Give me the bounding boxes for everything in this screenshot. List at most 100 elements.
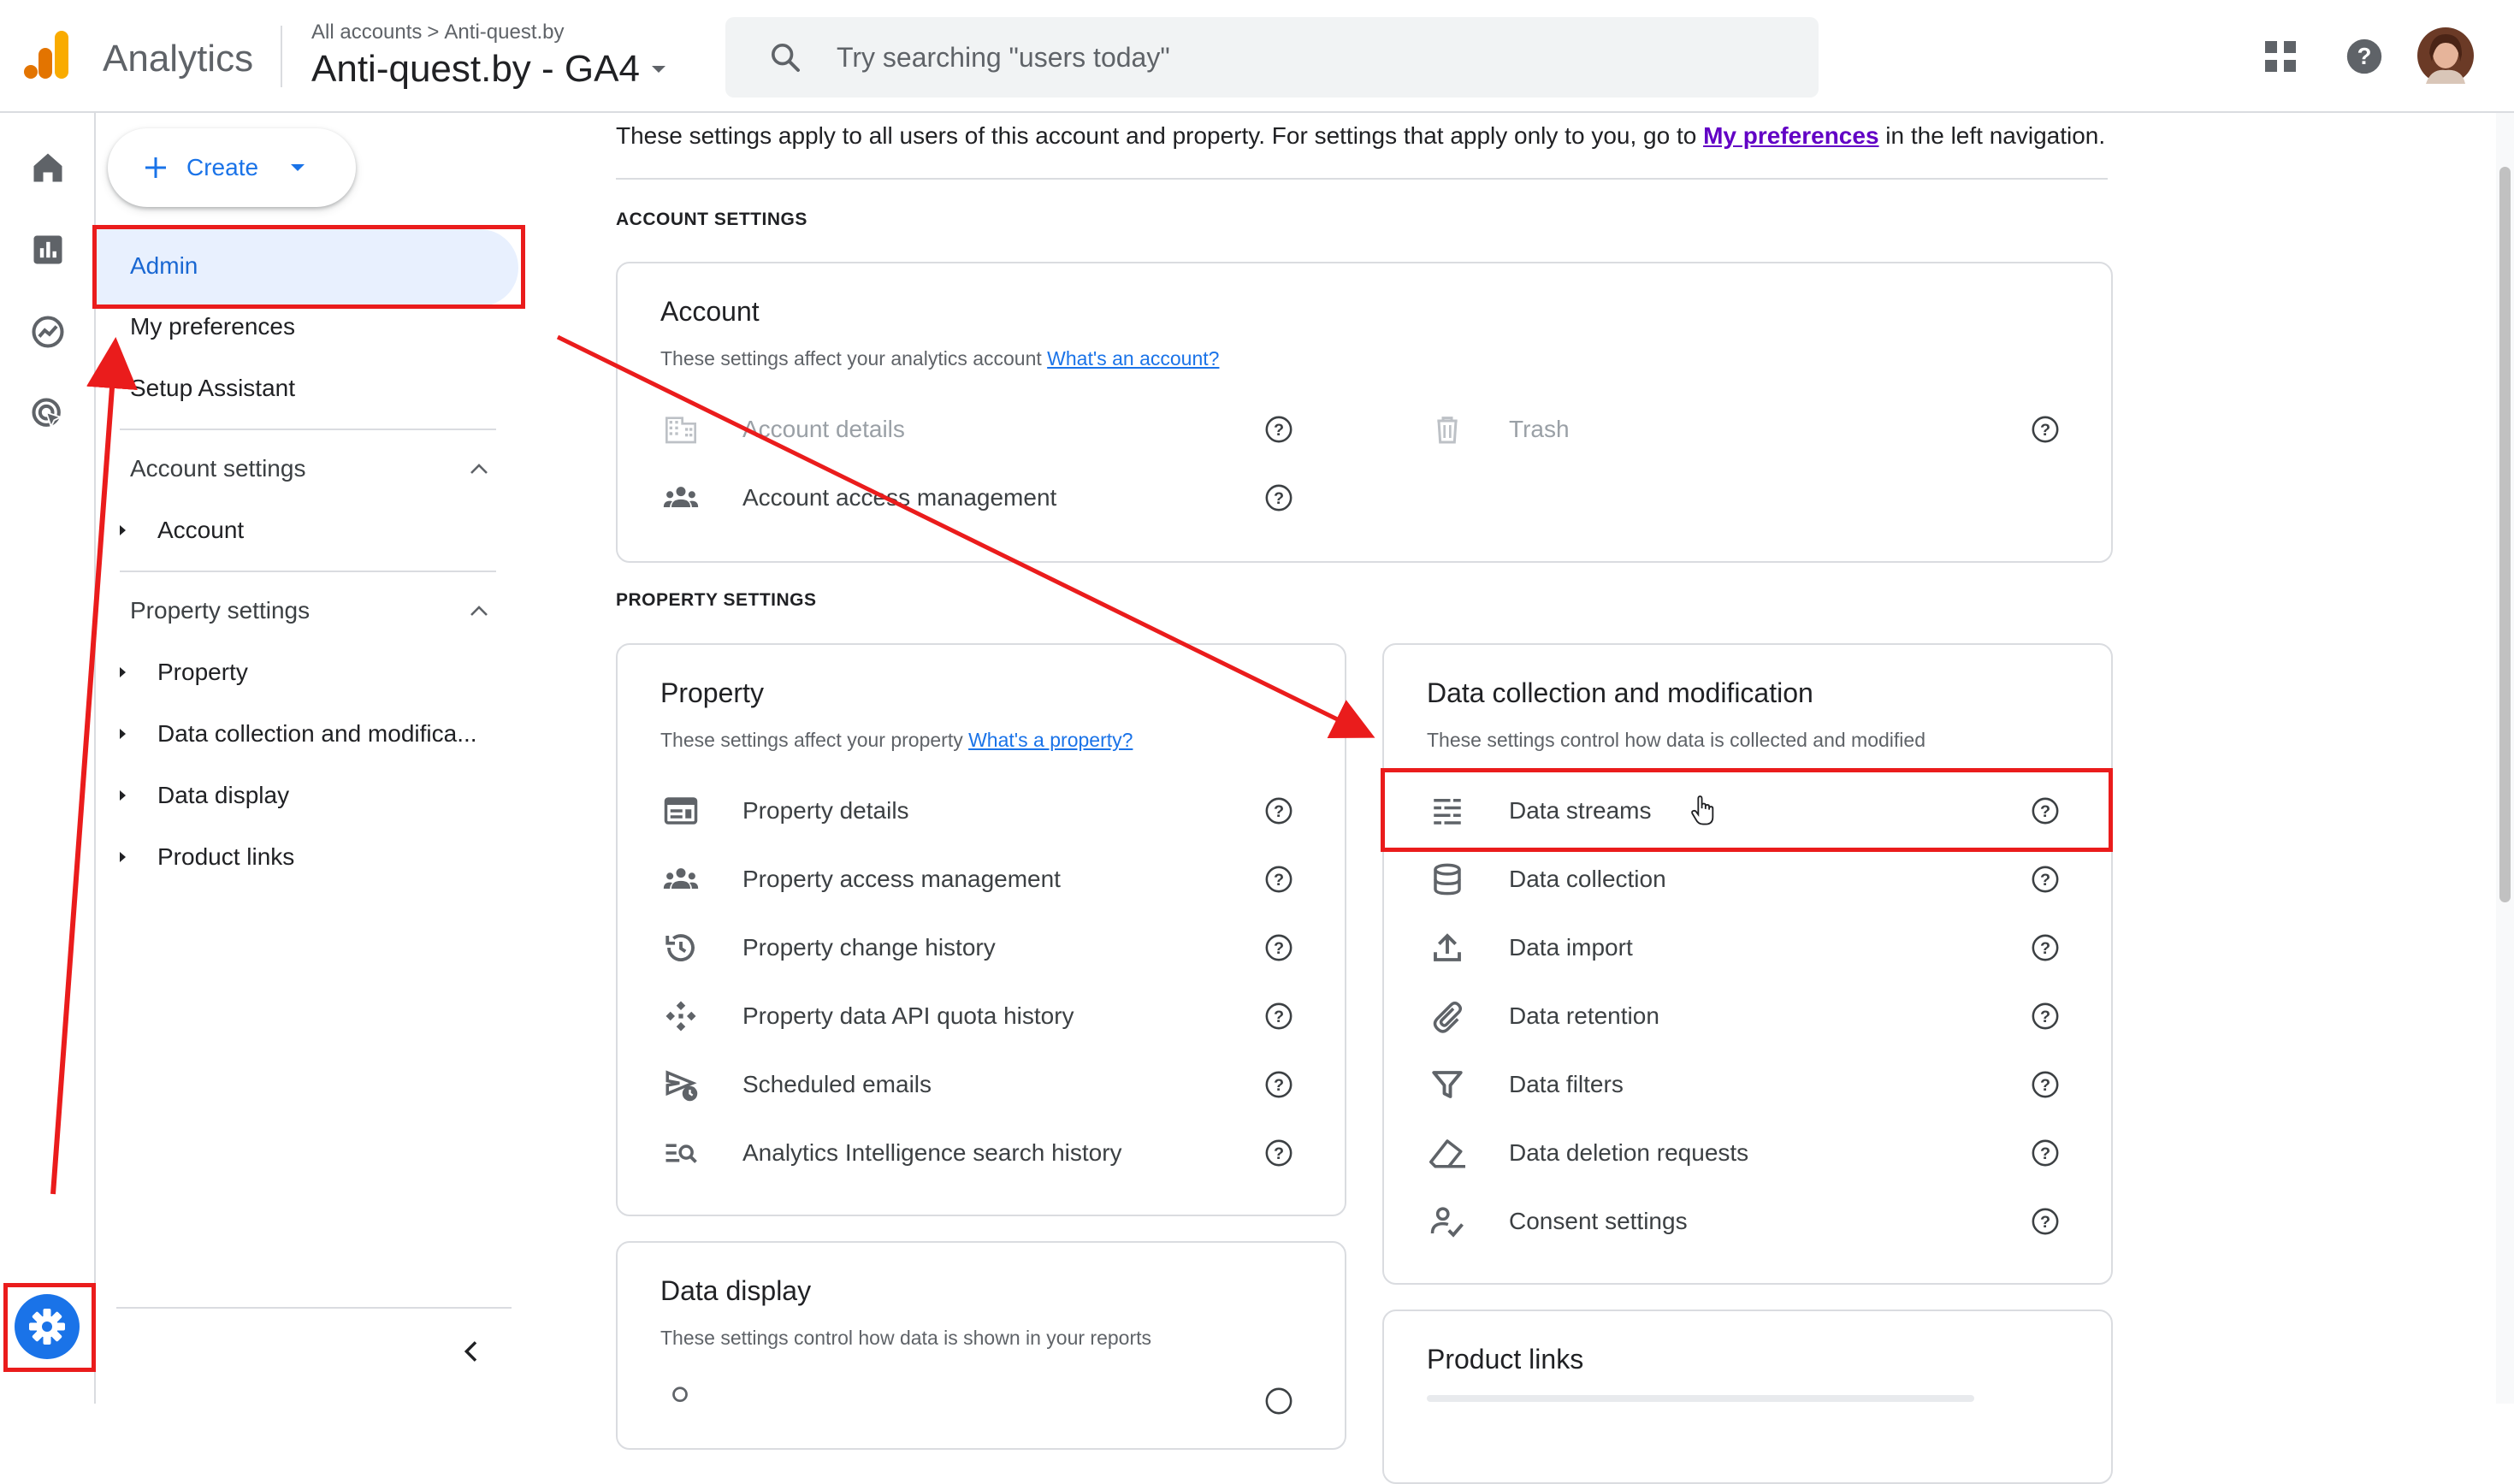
help-circle-icon[interactable]: ?: [2031, 865, 2060, 894]
expand-arrow-icon: [120, 852, 126, 862]
data-import-label: Data import: [1509, 934, 1633, 961]
home-icon[interactable]: [29, 149, 67, 186]
nav-item-data-display[interactable]: Data display: [120, 763, 505, 828]
help-circle-icon[interactable]: ?: [1264, 1002, 1293, 1031]
property-details-label: Property details: [742, 797, 909, 824]
people-icon: [660, 859, 701, 900]
nav-item-product-links[interactable]: Product links: [120, 825, 505, 890]
nav-section-property-settings[interactable]: Property settings: [120, 578, 496, 647]
nav-item-property[interactable]: Property: [120, 640, 505, 705]
chevron-up-icon: [469, 604, 489, 618]
product-links-card: Product links: [1382, 1310, 2113, 1484]
property-card-description: These settings affect your property What…: [660, 729, 1133, 752]
create-button[interactable]: Create: [108, 128, 356, 207]
help-circle-icon[interactable]: ?: [1264, 483, 1293, 512]
explore-icon[interactable]: [29, 313, 67, 351]
data-collection-label: Data collection: [1509, 866, 1666, 892]
help-circle-icon[interactable]: ?: [2031, 1138, 2060, 1168]
help-circle-icon[interactable]: ?: [2031, 1207, 2060, 1236]
trash-icon: [1427, 409, 1468, 450]
help-circle-icon[interactable]: ?: [1264, 1070, 1293, 1099]
svg-text:?: ?: [1274, 1008, 1284, 1026]
nav-divider: [120, 571, 496, 572]
data-collection-row[interactable]: Data collection ?: [1427, 845, 2103, 913]
help-circle-icon[interactable]: ?: [1264, 865, 1293, 894]
help-icon[interactable]: ?: [2345, 38, 2383, 75]
property-selector[interactable]: Anti-quest.by - GA4: [311, 48, 667, 91]
nav-data-collection-label: Data collection and modifica...: [157, 720, 477, 747]
svg-text:?: ?: [2040, 1213, 2050, 1232]
eraser-icon: [1427, 1132, 1468, 1174]
help-circle-icon[interactable]: [1264, 1386, 1293, 1416]
help-circle-icon[interactable]: ?: [2031, 1002, 2060, 1031]
data-import-row[interactable]: Data import ?: [1427, 913, 2103, 982]
search-input[interactable]: Try searching "users today": [837, 42, 1170, 74]
property-access-management-row[interactable]: Property access management ?: [660, 845, 1336, 913]
help-circle-icon[interactable]: ?: [1264, 796, 1293, 825]
svg-text:?: ?: [1274, 1076, 1284, 1095]
property-change-history-row[interactable]: Property change history ?: [660, 913, 1336, 982]
svg-text:?: ?: [1274, 871, 1284, 890]
product-links-card-description: [1427, 1395, 1974, 1402]
main-divider: [616, 178, 2108, 180]
nav-item-setup-assistant[interactable]: Setup Assistant: [130, 375, 295, 402]
svg-text:?: ?: [1274, 1144, 1284, 1163]
data-display-card-title: Data display: [660, 1275, 812, 1306]
nav-item-data-collection[interactable]: Data collection and modifica...: [120, 701, 505, 766]
filter-icon: [1427, 1064, 1468, 1105]
top-app-bar: Analytics All accounts > Anti-quest.by A…: [0, 0, 2514, 113]
scrollbar-thumb[interactable]: [2499, 167, 2511, 902]
svg-text:?: ?: [1274, 802, 1284, 821]
analytics-intelligence-search-history-row[interactable]: Analytics Intelligence search history ?: [660, 1119, 1336, 1187]
advertising-icon[interactable]: [29, 395, 67, 433]
intro-text-after: in the left navigation.: [1878, 122, 2106, 149]
data-display-card-description: These settings control how data is shown…: [660, 1327, 1152, 1349]
property-desc-text: These settings affect your property: [660, 729, 969, 751]
svg-text:?: ?: [2040, 421, 2050, 440]
account-details-row[interactable]: Account details ?: [660, 395, 1336, 464]
data-deletion-requests-row[interactable]: Data deletion requests ?: [1427, 1119, 2103, 1187]
collapse-nav-chevron-left-icon[interactable]: [458, 1338, 486, 1365]
data-collection-card-description: These settings control how data is colle…: [1427, 729, 1925, 751]
analytics-intelligence-search-history-label: Analytics Intelligence search history: [742, 1139, 1122, 1166]
data-filters-row[interactable]: Data filters ?: [1427, 1050, 2103, 1119]
api-quota-icon: [660, 996, 701, 1037]
svg-text:?: ?: [2040, 1144, 2050, 1163]
breadcrumb-all-accounts[interactable]: All accounts: [311, 21, 422, 44]
whats-a-property-link[interactable]: What's a property?: [968, 729, 1133, 751]
account-card: Account These settings affect your analy…: [616, 262, 2113, 563]
analytics-logo[interactable]: [24, 29, 72, 80]
search-bar[interactable]: Try searching "users today": [725, 17, 1819, 98]
help-circle-icon[interactable]: ?: [2031, 1070, 2060, 1099]
data-filters-label: Data filters: [1509, 1071, 1624, 1097]
help-circle-icon[interactable]: ?: [2031, 933, 2060, 962]
breadcrumb-account[interactable]: Anti-quest.by: [444, 21, 564, 44]
dropdown-arrow-icon: [289, 163, 306, 173]
property-data-api-quota-history-label: Property data API quota history: [742, 1002, 1074, 1029]
apps-grid-icon[interactable]: [2263, 39, 2298, 74]
data-retention-row[interactable]: Data retention ?: [1427, 982, 2103, 1050]
header-divider: [281, 26, 282, 87]
user-avatar[interactable]: [2417, 27, 2474, 84]
help-circle-icon[interactable]: ?: [1264, 415, 1293, 444]
scheduled-send-icon: [660, 1064, 701, 1105]
data-retention-label: Data retention: [1509, 1002, 1659, 1029]
nav-section-account-settings[interactable]: Account settings: [120, 436, 496, 505]
nav-item-account[interactable]: Account: [120, 498, 496, 563]
help-circle-icon[interactable]: ?: [2031, 415, 2060, 444]
admin-gear-highlight: [3, 1283, 96, 1372]
scheduled-emails-row[interactable]: Scheduled emails ?: [660, 1050, 1336, 1119]
property-card-title: Property: [660, 677, 764, 708]
property-details-row[interactable]: Property details ?: [660, 777, 1336, 845]
nav-item-my-preferences[interactable]: My preferences: [130, 313, 295, 340]
my-preferences-link[interactable]: My preferences: [1703, 122, 1878, 149]
consent-settings-row[interactable]: Consent settings ?: [1427, 1187, 2103, 1256]
property-data-api-quota-history-row[interactable]: Property data API quota history ?: [660, 982, 1336, 1050]
help-circle-icon[interactable]: ?: [1264, 933, 1293, 962]
whats-an-account-link[interactable]: What's an account?: [1047, 347, 1219, 370]
help-circle-icon[interactable]: ?: [1264, 1138, 1293, 1168]
account-access-management-row[interactable]: Account access management ?: [660, 464, 1336, 532]
expand-arrow-icon: [120, 790, 126, 801]
trash-row[interactable]: Trash ?: [1427, 395, 2068, 464]
reports-icon[interactable]: [29, 231, 67, 269]
